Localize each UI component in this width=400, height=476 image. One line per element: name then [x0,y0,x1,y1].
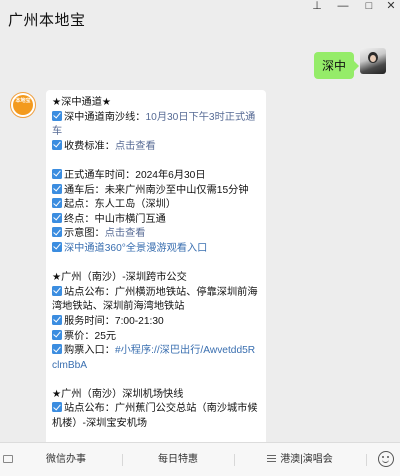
list-item: 深中通道南沙线：10月30日下午3时正式通车 [52,110,260,140]
item-label: 示意图： [64,228,105,240]
check-icon [52,329,62,340]
keyboard-icon [3,455,13,463]
self-avatar[interactable] [360,48,386,74]
menu-icon [267,455,277,462]
diagram-link[interactable]: 点击查看 [105,228,146,239]
menu-divider [234,454,235,466]
avatar-face-shape [370,55,376,62]
item-label: 收费标准： [64,140,115,152]
item-label: 深中通道南沙线： [64,111,146,123]
item-text: 通车后：未来广州南沙至中山仅需15分钟 [64,184,249,196]
bot-message-bubble[interactable]: ★深中通道★ 深中通道南沙线：10月30日下午3时正式通车 收费标准：点击查看 … [46,90,266,442]
menu-divider [366,454,367,466]
list-item: 起点：东人工岛（深圳） [52,198,260,213]
chat-title: 广州本地宝 [8,12,86,29]
item-text: 站点公布：广州蕉门公交总站（南沙城市候机楼）-深圳宝安机场 [52,403,258,430]
list-item: 正式通车时间：2024年6月30日 [52,168,260,184]
bot-avatar-text: 本地宝 [15,98,31,104]
item-label: 购票入口： [64,345,115,357]
check-icon [52,198,62,209]
list-item: 通车后：未来广州南沙至中山仅需15分钟 [52,183,260,199]
item-text: 服务时间：7:00-21:30 [64,315,164,327]
check-icon [52,344,62,355]
check-icon [52,183,62,194]
item-text: 正式通车时间：2024年6月30日 [64,169,206,181]
menu-daily-deals[interactable]: 每日特惠 [128,443,228,476]
item-text: 票价：25元 [64,330,117,342]
list-item: 购票入口：#小程序://深巴出行/Awvetdd5RclmBbA [52,344,260,373]
check-icon [52,110,62,121]
list-item: 收费标准：点击查看 [52,139,260,155]
check-icon [52,285,62,296]
item-text: 站点公布：广州横沥地铁站、停靠深圳前海湾地铁站、深圳前海湾地铁站 [52,286,258,313]
section-heading: ★广州（南沙）-深圳跨市公交 [52,272,187,284]
toll-standard-link[interactable]: 点击查看 [115,141,156,152]
self-message-bubble[interactable]: 深中 [313,52,360,79]
check-icon [52,227,62,238]
close-button[interactable]: ✕ [378,0,400,14]
bot-avatar[interactable]: 本地宝 [10,92,36,118]
title-bar: 广州本地宝 ⊥ — □ ✕ [0,0,400,36]
list-item: 站点公布：广州横沥地铁站、停靠深圳前海湾地铁站、深圳前海湾地铁站 [52,285,260,315]
section-heading: ★广州（南沙）深圳机场快线 [52,388,184,400]
list-item: 服务时间：7:00-21:30 [52,314,260,330]
list-item: 深中通道360°全景漫游观看入口 [52,241,260,257]
message-area[interactable]: 深中 本地宝 ★深中通道★ 深中通道南沙线：10月30日下午3时正式通车 收费标… [0,36,400,442]
pin-icon[interactable]: ⊥ [304,0,330,14]
panorama-link[interactable]: 深中通道360°全景漫游观看入口 [64,243,207,254]
check-icon [52,168,62,179]
section-heading: ★深中通道★ [52,97,112,108]
list-item: 终点：中山市横门互通 [52,212,260,228]
item-text: 起点：东人工岛（深圳） [64,199,177,211]
list-item: 票价：25元 [52,329,260,345]
check-icon [52,314,62,325]
check-icon [52,139,62,150]
check-icon [52,402,62,413]
list-item: 站点公布：广州蕉门公交总站（南沙城市候机楼）-深圳宝安机场 [52,402,260,431]
emoji-icon[interactable] [378,451,394,467]
menu-hk-macao-concerts[interactable]: 港澳|演唱会 [240,443,360,476]
check-icon [52,241,62,252]
menu-divider [122,454,123,466]
list-item: 示意图：点击查看 [52,227,260,242]
keyboard-toggle[interactable] [0,443,16,476]
menu-label: 港澳|演唱会 [280,454,333,465]
menu-wechat-services[interactable]: 微信办事 [16,443,116,476]
minimize-button[interactable]: — [330,0,356,14]
item-text: 终点：中山市横门互通 [64,213,166,225]
bottom-menu-bar: 微信办事 每日特惠 港澳|演唱会 [0,442,400,476]
check-icon [52,212,62,223]
